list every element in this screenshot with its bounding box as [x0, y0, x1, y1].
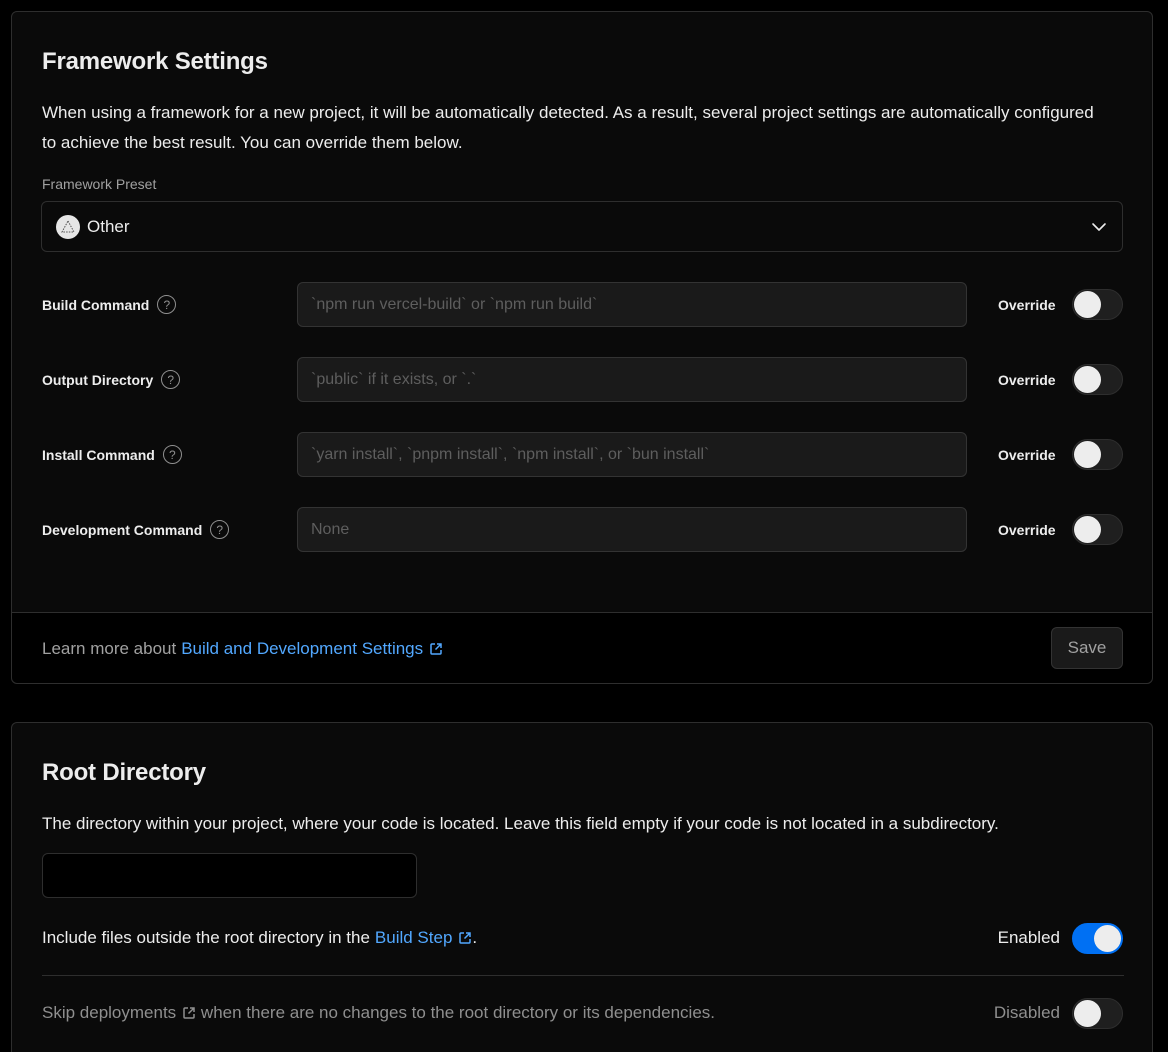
framework-settings-card: Framework Settings When using a framewor… [11, 11, 1153, 684]
build-command-label: Build Command ? [42, 282, 177, 327]
output-directory-row: Output Directory ? Override [42, 357, 1124, 402]
build-settings-docs-link[interactable]: Build and Development Settings [181, 639, 443, 659]
install-command-override-toggle[interactable] [1072, 439, 1123, 470]
toggle-knob [1074, 516, 1101, 543]
external-link-icon [459, 932, 472, 944]
build-command-override-toggle[interactable] [1072, 289, 1123, 320]
help-icon[interactable]: ? [162, 445, 182, 464]
framework-preset-label: Framework Preset [42, 176, 157, 192]
framework-settings-footer: Learn more about Build and Development S… [12, 612, 1152, 683]
help-icon[interactable]: ? [210, 520, 230, 539]
toggle-knob [1074, 441, 1101, 468]
include-files-text: Include files outside the root directory… [42, 928, 478, 948]
framework-preset-value: Other [87, 216, 130, 236]
framework-settings-title: Framework Settings [42, 48, 268, 75]
output-directory-label: Output Directory ? [42, 357, 181, 402]
skip-deployments-link[interactable]: Skip deployments [42, 1003, 196, 1023]
output-directory-override-toggle[interactable] [1072, 364, 1123, 395]
root-directory-input[interactable] [42, 853, 417, 898]
toggle-knob [1074, 366, 1101, 393]
skip-deployments-row: Skip deployments when there are no chang… [42, 993, 1124, 1033]
external-link-icon [430, 642, 442, 655]
chevron-down-icon [1092, 222, 1106, 231]
build-command-override-label: Override [998, 296, 1056, 313]
install-command-label: Install Command ? [42, 432, 182, 477]
toggle-knob [1074, 1000, 1101, 1027]
include-files-toggle[interactable] [1072, 923, 1123, 954]
footer-learn-more: Learn more about Build and Development S… [42, 613, 443, 684]
skip-deployments-toggle[interactable] [1072, 998, 1123, 1029]
help-icon[interactable]: ? [157, 295, 177, 314]
build-command-input[interactable] [297, 282, 967, 327]
external-link-icon [183, 1007, 195, 1019]
install-command-override-label: Override [998, 446, 1056, 463]
output-directory-override-label: Override [998, 371, 1056, 388]
install-command-row: Install Command ? Override [42, 432, 1124, 477]
build-command-row: Build Command ? Override [42, 282, 1124, 327]
skip-deployments-state: Disabled [993, 1003, 1060, 1022]
root-directory-description: The directory within your project, where… [42, 814, 999, 833]
help-icon[interactable]: ? [161, 370, 181, 389]
development-command-override-label: Override [998, 521, 1056, 538]
development-command-row: Development Command ? Override [42, 507, 1124, 552]
development-command-label: Development Command ? [42, 507, 230, 552]
save-button[interactable]: Save [1051, 627, 1123, 669]
build-step-link[interactable]: Build Step [375, 928, 473, 948]
skip-deployments-text: Skip deployments when there are no chang… [42, 1003, 716, 1023]
toggle-knob [1074, 291, 1101, 318]
framework-preset-select[interactable]: Other [41, 201, 1123, 252]
include-files-row: Include files outside the root directory… [42, 918, 1124, 958]
output-directory-input[interactable] [297, 357, 967, 402]
root-directory-card: Root Directory The directory within your… [11, 722, 1153, 1052]
root-directory-title: Root Directory [42, 759, 206, 786]
divider [42, 975, 1124, 976]
framework-settings-description: When using a framework for a new project… [42, 103, 1094, 152]
include-files-state: Enabled [997, 928, 1060, 947]
toggle-knob [1094, 925, 1121, 952]
development-command-override-toggle[interactable] [1072, 514, 1123, 545]
triangle-logo-icon [56, 214, 80, 239]
development-command-input[interactable] [297, 507, 967, 552]
install-command-input[interactable] [297, 432, 967, 477]
